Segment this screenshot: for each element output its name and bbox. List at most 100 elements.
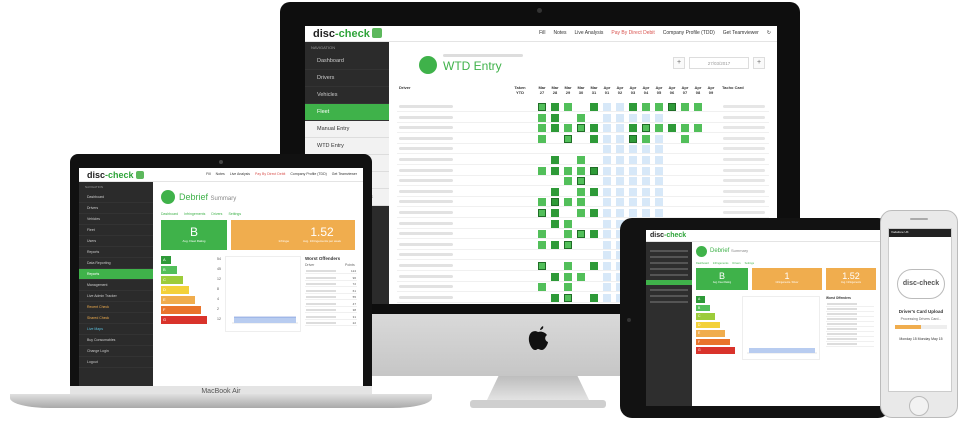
day-cell[interactable] bbox=[603, 166, 611, 175]
day-cell[interactable] bbox=[642, 156, 650, 164]
day-cell[interactable] bbox=[538, 294, 546, 302]
day-cell[interactable] bbox=[629, 198, 637, 207]
table-row[interactable] bbox=[397, 155, 769, 165]
day-cell[interactable] bbox=[538, 262, 546, 270]
day-cell[interactable] bbox=[577, 241, 585, 249]
day-cell[interactable] bbox=[538, 124, 546, 133]
day-cell[interactable] bbox=[564, 209, 572, 217]
day-cell[interactable] bbox=[564, 283, 572, 292]
list-item[interactable]: 96 bbox=[305, 276, 357, 281]
tab-settings[interactable]: Settings bbox=[745, 262, 754, 265]
day-cell[interactable] bbox=[655, 209, 663, 217]
day-cell[interactable] bbox=[681, 103, 689, 111]
tab-dashboard[interactable]: Dashboard bbox=[696, 262, 709, 265]
list-item[interactable]: 72 bbox=[305, 282, 357, 287]
day-cell[interactable] bbox=[616, 166, 624, 175]
sidebar-item[interactable]: Buy Consumables bbox=[79, 335, 153, 346]
menu-company-profile[interactable]: Company Profile (TDD) bbox=[663, 30, 715, 36]
day-cell[interactable] bbox=[551, 103, 559, 111]
day-cell[interactable] bbox=[707, 209, 715, 217]
day-cell[interactable] bbox=[577, 156, 585, 164]
day-cell[interactable] bbox=[668, 135, 676, 143]
day-cell[interactable] bbox=[642, 198, 650, 207]
day-cell[interactable] bbox=[590, 124, 598, 133]
menu-fill[interactable]: Fill bbox=[206, 172, 210, 176]
day-cell[interactable] bbox=[655, 187, 663, 196]
day-cell[interactable] bbox=[629, 103, 637, 111]
menu-live-analysis[interactable]: Live Analysis bbox=[575, 30, 604, 36]
day-cell[interactable] bbox=[538, 103, 546, 111]
day-cell[interactable] bbox=[655, 134, 663, 143]
day-cell[interactable] bbox=[655, 124, 663, 133]
day-cell[interactable] bbox=[577, 187, 585, 196]
sidebar-item[interactable]: Recent Check bbox=[79, 302, 153, 313]
day-cell[interactable] bbox=[603, 219, 611, 228]
day-cell[interactable] bbox=[564, 103, 572, 111]
day-cell[interactable] bbox=[681, 198, 689, 206]
day-cell[interactable] bbox=[603, 262, 611, 270]
day-cell[interactable] bbox=[603, 240, 611, 249]
day-cell[interactable] bbox=[681, 114, 689, 122]
day-cell[interactable] bbox=[538, 156, 546, 164]
day-cell[interactable] bbox=[577, 230, 585, 239]
day-cell[interactable] bbox=[590, 156, 598, 164]
sidebar-item[interactable]: Users bbox=[79, 236, 153, 247]
day-cell[interactable] bbox=[564, 166, 572, 175]
day-cell[interactable] bbox=[590, 114, 598, 122]
day-cell[interactable] bbox=[668, 209, 676, 217]
day-cell[interactable] bbox=[577, 166, 585, 175]
sidebar-item[interactable]: Change Login bbox=[79, 346, 153, 357]
day-cell[interactable] bbox=[577, 145, 585, 153]
day-cell[interactable] bbox=[681, 124, 689, 133]
day-cell[interactable] bbox=[603, 272, 611, 281]
day-cell[interactable] bbox=[707, 177, 715, 185]
menu-notes[interactable]: Notes bbox=[216, 172, 225, 176]
day-cell[interactable] bbox=[616, 145, 624, 154]
sidebar-item[interactable]: Data Reporting bbox=[79, 258, 153, 269]
day-cell[interactable] bbox=[642, 103, 650, 111]
day-cell[interactable] bbox=[603, 209, 611, 217]
day-cell[interactable] bbox=[538, 198, 546, 207]
day-cell[interactable] bbox=[590, 241, 598, 249]
day-cell[interactable] bbox=[707, 114, 715, 122]
day-cell[interactable] bbox=[551, 113, 559, 122]
day-cell[interactable] bbox=[694, 135, 702, 143]
iphone-home-button[interactable] bbox=[909, 396, 929, 416]
table-row[interactable] bbox=[397, 123, 769, 134]
day-cell[interactable] bbox=[616, 156, 624, 164]
menu-direct-debit[interactable]: Pay By Direct Debit bbox=[611, 30, 654, 36]
day-cell[interactable] bbox=[616, 113, 624, 122]
next-date-button[interactable]: + bbox=[753, 57, 765, 69]
list-item[interactable]: 124 bbox=[305, 269, 357, 274]
day-cell[interactable] bbox=[681, 209, 689, 217]
day-cell[interactable] bbox=[603, 134, 611, 143]
day-cell[interactable] bbox=[577, 135, 585, 143]
refresh-icon[interactable]: ↻ bbox=[767, 30, 771, 36]
day-cell[interactable] bbox=[577, 124, 585, 133]
sidebar-item[interactable]: Reports bbox=[79, 269, 153, 280]
day-cell[interactable] bbox=[629, 177, 637, 186]
day-cell[interactable] bbox=[538, 134, 546, 143]
day-cell[interactable] bbox=[668, 114, 676, 122]
table-row[interactable] bbox=[397, 166, 769, 176]
day-cell[interactable] bbox=[551, 230, 559, 238]
sidebar-item[interactable]: Management bbox=[79, 280, 153, 291]
day-cell[interactable] bbox=[694, 114, 702, 122]
day-cell[interactable] bbox=[564, 188, 572, 196]
day-cell[interactable] bbox=[629, 187, 637, 196]
sidebar-item-dashboard[interactable]: Dashboard bbox=[305, 53, 389, 70]
day-cell[interactable] bbox=[590, 198, 598, 206]
day-cell[interactable] bbox=[668, 103, 676, 111]
menu-live-analysis[interactable]: Live Analysis bbox=[230, 172, 250, 176]
day-cell[interactable] bbox=[538, 209, 546, 217]
sidebar-item-wtd-entry[interactable]: WTD Entry bbox=[305, 138, 389, 155]
tab-drivers[interactable]: Drivers bbox=[211, 212, 222, 216]
day-cell[interactable] bbox=[707, 188, 715, 196]
sidebar-item[interactable]: Drivers bbox=[79, 203, 153, 214]
day-cell[interactable] bbox=[642, 209, 650, 217]
list-item[interactable]: 55 bbox=[305, 295, 357, 300]
sidebar-item[interactable]: Dashboard bbox=[79, 192, 153, 203]
day-cell[interactable] bbox=[538, 283, 546, 292]
day-cell[interactable] bbox=[590, 187, 598, 196]
tab-infringements[interactable]: Infringements bbox=[713, 262, 729, 265]
